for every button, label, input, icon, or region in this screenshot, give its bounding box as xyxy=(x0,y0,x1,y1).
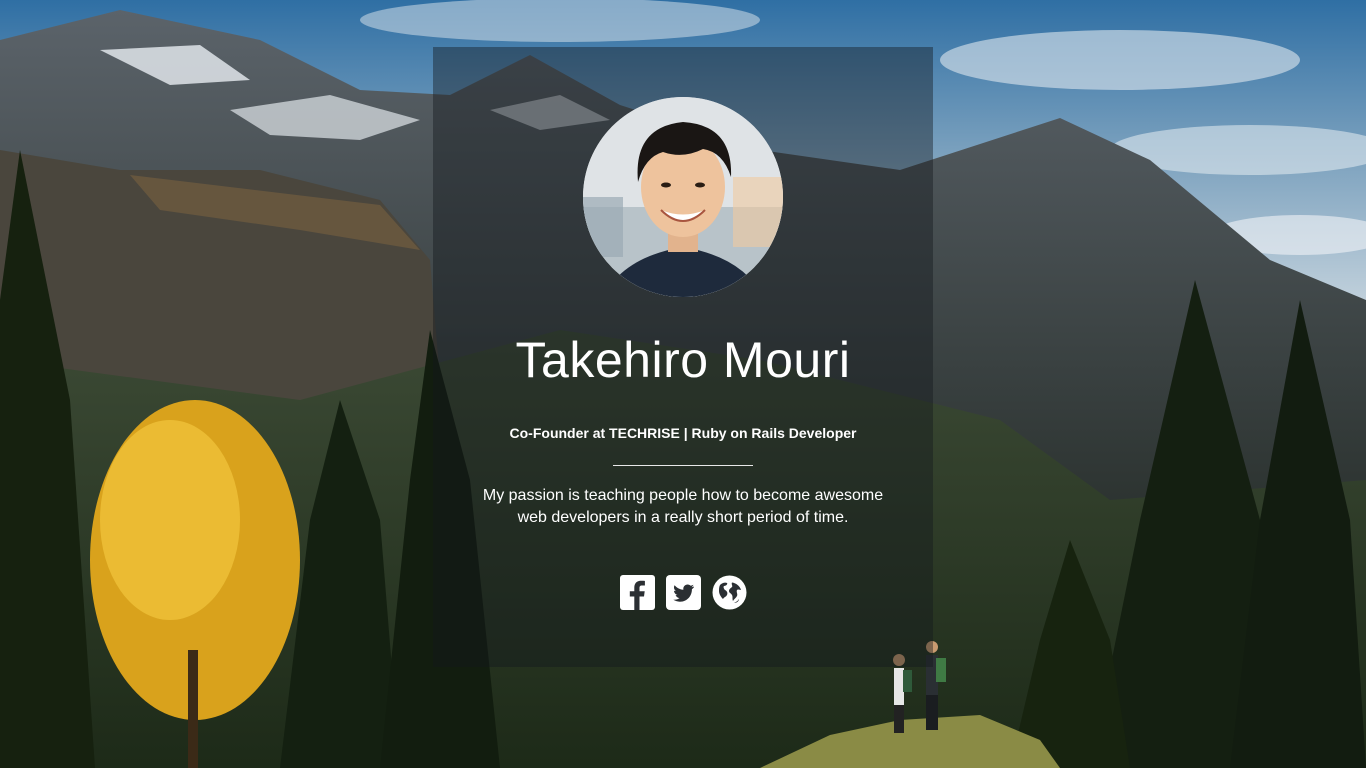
twitter-link[interactable] xyxy=(665,575,701,610)
facebook-link[interactable] xyxy=(619,575,655,610)
divider-line xyxy=(613,465,753,466)
social-links xyxy=(433,575,933,610)
profile-name: Takehiro Mouri xyxy=(515,332,851,388)
profile-card: Takehiro Mouri Co-Founder at TECHRISE | … xyxy=(433,47,933,667)
website-link[interactable] xyxy=(712,575,747,610)
profile-avatar xyxy=(583,97,783,297)
globe-icon xyxy=(712,575,746,610)
background-scene: Takehiro Mouri Co-Founder at TECHRISE | … xyxy=(0,0,1366,768)
profile-bio: My passion is teaching people how to bec… xyxy=(482,487,884,526)
profile-role: Co-Founder at TECHRISE | Ruby on Rails D… xyxy=(509,425,857,441)
avatar-portrait-image xyxy=(583,97,783,297)
facebook-icon xyxy=(619,575,655,610)
twitter-icon xyxy=(665,575,701,610)
